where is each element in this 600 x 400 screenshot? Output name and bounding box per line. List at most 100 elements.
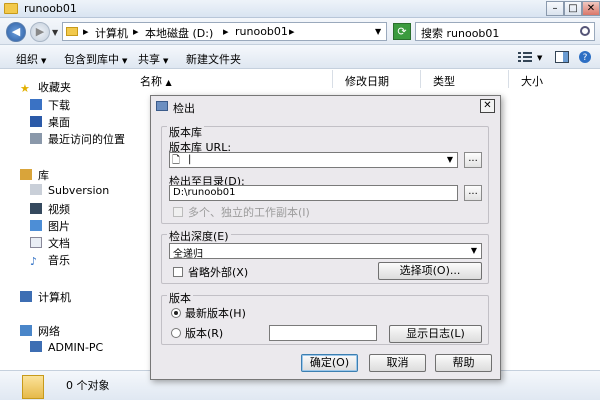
column-header-label: 类型 bbox=[433, 75, 455, 88]
breadcrumb-separator[interactable]: ▸ bbox=[223, 25, 229, 38]
sidebar-item-favorites[interactable]: ★ 收藏夹 bbox=[20, 79, 71, 95]
sidebar-item-videos[interactable]: 视频 bbox=[30, 201, 70, 217]
chevron-down-icon[interactable]: ▼ bbox=[467, 244, 481, 258]
sidebar-item-computer[interactable]: 计算机 bbox=[20, 289, 71, 305]
column-header-size[interactable]: 大小 bbox=[509, 70, 600, 88]
show-log-button[interactable]: 显示日志(L) bbox=[389, 325, 482, 343]
maximize-button[interactable]: □ bbox=[564, 1, 582, 16]
organize-menu[interactable]: 组织 ▼ bbox=[16, 51, 46, 67]
include-in-library-menu[interactable]: 包含到库中 ▼ bbox=[64, 51, 127, 67]
sidebar-item-documents[interactable]: 文档 bbox=[30, 235, 70, 251]
sidebar-item-admin-pc[interactable]: ADMIN-PC bbox=[30, 341, 103, 354]
sidebar-item-downloads[interactable]: 下载 bbox=[30, 97, 70, 113]
repo-url-value: | bbox=[188, 154, 192, 165]
sidebar-item-label: 桌面 bbox=[48, 116, 70, 129]
sidebar-item-network[interactable]: 网络 bbox=[20, 323, 60, 339]
sidebar-item-desktop[interactable]: 桌面 bbox=[30, 114, 70, 130]
omit-externals-label: 省略外部(X) bbox=[188, 266, 249, 279]
column-header-label: 名称 bbox=[140, 75, 162, 88]
new-folder-button[interactable]: 新建文件夹 bbox=[186, 51, 241, 67]
multi-checkout-label: 多个、独立的工作副本(I) bbox=[188, 206, 310, 219]
specific-revision-label: 版本(R) bbox=[185, 327, 224, 340]
forward-button[interactable]: ▶ bbox=[30, 22, 50, 42]
ok-button[interactable]: 确定(O) bbox=[301, 354, 358, 372]
library-icon bbox=[30, 184, 42, 195]
checkout-icon bbox=[156, 101, 168, 111]
column-header-modified[interactable]: 修改日期 bbox=[333, 70, 421, 88]
sidebar-item-label: 网络 bbox=[38, 325, 60, 338]
depth-value: 全递归 bbox=[173, 249, 203, 260]
breadcrumb-separator[interactable]: ▸ bbox=[289, 25, 295, 38]
breadcrumb-runoob01[interactable]: runoob01 bbox=[235, 25, 288, 38]
dialog-close-button[interactable]: ✕ bbox=[480, 99, 495, 113]
status-text: 0 个对象 bbox=[66, 379, 110, 392]
close-button[interactable]: ✕ bbox=[582, 1, 600, 16]
search-icon[interactable] bbox=[580, 26, 590, 36]
browse-repo-button[interactable]: ... bbox=[464, 152, 482, 168]
options-button[interactable]: 选择项(O)... bbox=[378, 262, 482, 280]
search-input[interactable]: 搜索 runoob01 bbox=[415, 22, 595, 41]
revision-input[interactable] bbox=[269, 325, 377, 341]
command-bar: 组织 ▼ 包含到库中 ▼ 共享 ▼ 新建文件夹 ▼ ? bbox=[0, 45, 600, 69]
folder-icon bbox=[4, 3, 18, 14]
checkout-dir-input[interactable]: D:\runoob01 bbox=[169, 185, 458, 201]
omit-externals-checkbox[interactable] bbox=[173, 267, 183, 277]
search-placeholder: 搜索 runoob01 bbox=[421, 27, 500, 40]
column-header-type[interactable]: 类型 bbox=[421, 70, 509, 88]
breadcrumb-local-disk[interactable]: 本地磁盘 (D:) bbox=[145, 25, 213, 41]
column-header-label: 大小 bbox=[521, 75, 543, 88]
column-header-name[interactable]: 名称 ▲ bbox=[128, 70, 333, 88]
sidebar-item-subversion[interactable]: Subversion bbox=[30, 184, 109, 197]
depth-combobox[interactable]: 全递归 ▼ bbox=[169, 243, 482, 260]
address-bar-row: ◀ ▶ ▼ ▸ 计算机 ▸ 本地磁盘 (D:) ▸ runoob01 ▸ ▼ ⟳… bbox=[0, 18, 600, 45]
repo-url-combobox[interactable]: 🗋 | ▼ bbox=[169, 152, 458, 168]
sidebar-item-libraries[interactable]: 库 bbox=[20, 167, 49, 183]
sidebar-item-music[interactable]: ♪ 音乐 bbox=[30, 252, 70, 268]
chevron-down-icon[interactable]: ▼ bbox=[443, 153, 457, 167]
dialog-titlebar: 检出 ✕ bbox=[151, 96, 500, 116]
multi-checkout-checkbox[interactable] bbox=[173, 207, 183, 217]
sidebar-item-label: 文档 bbox=[48, 237, 70, 250]
browse-dir-button[interactable]: ... bbox=[464, 185, 482, 201]
breadcrumb-separator[interactable]: ▸ bbox=[83, 25, 89, 38]
recent-pages-dropdown[interactable]: ▼ bbox=[52, 28, 58, 37]
repository-group-label: 版本库 bbox=[167, 124, 204, 140]
head-revision-radio[interactable] bbox=[171, 308, 181, 318]
help-icon[interactable]: ? bbox=[578, 51, 592, 63]
sidebar-item-label: 图片 bbox=[48, 220, 70, 233]
address-box[interactable]: ▸ 计算机 ▸ 本地磁盘 (D:) ▸ runoob01 ▸ bbox=[62, 22, 387, 41]
sidebar-item-label: Subversion bbox=[48, 184, 110, 197]
chevron-down-icon: ▼ bbox=[41, 57, 47, 65]
checkout-dir-value: D:\runoob01 bbox=[173, 187, 236, 198]
share-label: 共享 bbox=[138, 53, 160, 66]
breadcrumb-computer[interactable]: 计算机 bbox=[95, 25, 128, 41]
breadcrumb-separator[interactable]: ▸ bbox=[133, 25, 139, 38]
network-icon bbox=[20, 325, 32, 336]
window-title: runoob01 bbox=[24, 2, 77, 15]
depth-group-label: 检出深度(E) bbox=[167, 228, 231, 244]
refresh-button[interactable]: ⟳ bbox=[393, 23, 411, 40]
help-button[interactable]: 帮助 bbox=[435, 354, 492, 372]
sidebar-item-label: 计算机 bbox=[38, 291, 71, 304]
svg-text:?: ? bbox=[583, 53, 588, 63]
address-dropdown-icon[interactable]: ▼ bbox=[375, 27, 381, 36]
star-icon: ★ bbox=[20, 82, 30, 95]
specific-revision-radio[interactable] bbox=[171, 328, 181, 338]
sidebar-item-pictures[interactable]: 图片 bbox=[30, 218, 70, 234]
view-options-icon[interactable] bbox=[518, 51, 532, 63]
cancel-button[interactable]: 取消 bbox=[369, 354, 426, 372]
desktop-icon bbox=[30, 116, 42, 127]
view-dropdown-icon[interactable]: ▼ bbox=[537, 54, 542, 62]
share-menu[interactable]: 共享 ▼ bbox=[138, 51, 168, 67]
include-in-library-label: 包含到库中 bbox=[64, 53, 119, 66]
chevron-down-icon: ▼ bbox=[163, 57, 169, 65]
back-button[interactable]: ◀ bbox=[6, 22, 26, 42]
preview-pane-icon[interactable] bbox=[555, 51, 569, 63]
organize-label: 组织 bbox=[16, 53, 38, 66]
head-revision-label: 最新版本(H) bbox=[185, 307, 246, 320]
computer-icon bbox=[20, 291, 32, 302]
documents-icon bbox=[30, 237, 42, 248]
minimize-button[interactable]: – bbox=[546, 1, 564, 16]
sidebar-item-recent[interactable]: 最近访问的位置 bbox=[30, 131, 125, 147]
checkout-dialog: 检出 ✕ 版本库 版本库 URL: 🗋 | ▼ ... 检出至目录(D): D:… bbox=[150, 95, 501, 380]
